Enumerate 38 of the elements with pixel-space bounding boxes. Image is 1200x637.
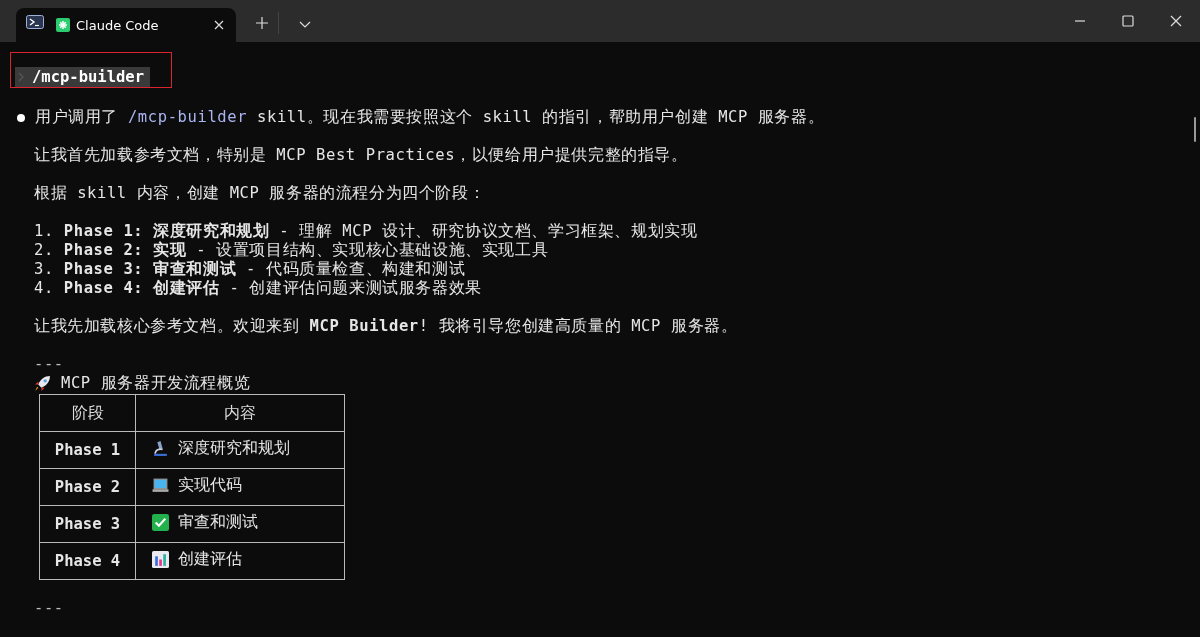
horizontal-rule-text: --- <box>34 355 65 374</box>
table-cell: Phase 1 <box>39 431 136 469</box>
table-cell: Phase 2 <box>39 468 136 506</box>
asterisk-icon <box>56 18 70 32</box>
section-heading: MCP 服务器开发流程概览 <box>61 374 251 393</box>
message-text: 用户调用了 /mcp-builder skill。现在我需要按照这个 skill 的指引，帮助用户创建 MCP 服务器。 <box>35 108 825 127</box>
message-text: 根据 skill 内容，创建 MCP 服务器的流程分为四个阶段： <box>34 184 487 203</box>
table-cell: 创建评估 <box>178 549 242 569</box>
plus-icon[interactable] <box>256 17 268 29</box>
scrollbar-thumb[interactable] <box>1194 117 1196 142</box>
table-cell: Phase 3 <box>39 505 136 543</box>
maximize-icon[interactable] <box>1122 15 1134 27</box>
checkmark-icon <box>152 513 169 531</box>
close-icon[interactable] <box>214 20 224 30</box>
chevron-right-icon <box>18 72 24 82</box>
terminal-icon[interactable] <box>26 15 44 29</box>
message-text: 让我首先加载参考文档，特别是 MCP Best Practices，以便给用户提供完整的指导。 <box>34 146 689 165</box>
list-item: 1. Phase 1: 深度研究和规划 - 理解 MCP 设计、研究协议文档、学习框架、规划实现 <box>34 222 699 241</box>
table-header: 内容 <box>135 394 345 432</box>
table-cell: 实现代码 <box>178 475 242 495</box>
table-header: 阶段 <box>39 394 136 432</box>
list-item: 4. Phase 4: 创建评估 - 创建评估问题来测试服务器效果 <box>34 279 483 298</box>
list-item: 3. Phase 3: 审查和测试 - 代码质量检查、构建和测试 <box>34 260 467 279</box>
laptop-icon <box>152 476 169 494</box>
tab[interactable]: Claude Code <box>16 8 236 42</box>
chevron-down-icon[interactable] <box>299 21 311 29</box>
bullet-icon <box>17 113 25 122</box>
microscope-icon <box>152 439 169 457</box>
table-cell: 深度研究和规划 <box>178 438 290 458</box>
command-input[interactable]: /mcp-builder <box>15 67 150 87</box>
rocket-icon <box>34 375 51 392</box>
table-cell: 审查和测试 <box>178 512 258 532</box>
list-item: 2. Phase 2: 实现 - 设置项目结构、实现核心基础设施、实现工具 <box>34 241 550 260</box>
message-text: 让我先加载核心参考文档。欢迎来到 MCP Builder! 我将引导您创建高质量的 MCP 服务器。 <box>34 317 739 336</box>
bar-chart-icon <box>152 550 169 568</box>
close-icon[interactable] <box>1170 15 1182 27</box>
horizontal-rule-text: --- <box>34 599 65 618</box>
table-cell: Phase 4 <box>39 542 136 580</box>
